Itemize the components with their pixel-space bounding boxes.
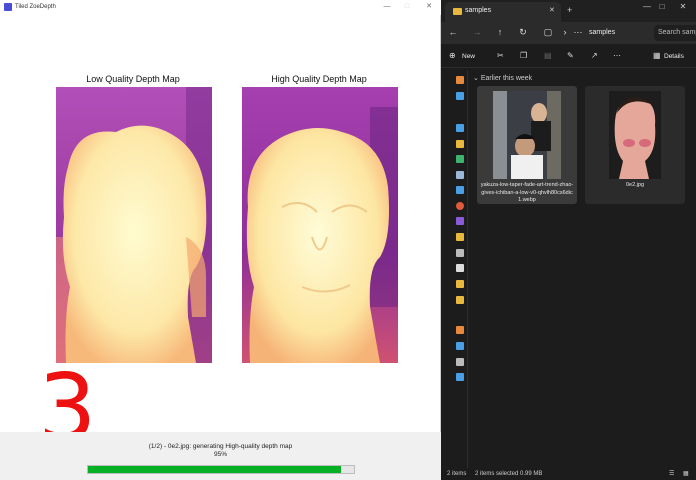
refresh-icon[interactable]: ↻	[517, 27, 529, 38]
folder-icon[interactable]	[456, 140, 464, 148]
gallery-icon[interactable]	[456, 92, 464, 100]
explorer-tabbar: samples ✕ + — □ ✕	[441, 0, 696, 22]
this-pc-icon[interactable]	[456, 342, 464, 350]
copy-icon[interactable]: ❐	[520, 51, 527, 61]
status-area: (1/2) - 0e2.jpg: generating High-quality…	[0, 432, 441, 480]
cut-icon[interactable]: ✂	[497, 51, 504, 61]
tiles-view-icon[interactable]: ▦	[683, 470, 689, 478]
app-title: Tiled ZoeDepth	[15, 4, 56, 10]
search-input[interactable]: Search samples	[654, 25, 696, 41]
details-icon[interactable]: ▦	[653, 51, 661, 61]
explorer-status-bar: 2 items 2 items selected 0.99 MB ☰ ▦	[441, 468, 696, 480]
folder-icon[interactable]	[456, 280, 464, 288]
group-header-label: Earlier this week	[480, 75, 533, 82]
file-name: yakuza-low-taper-fade-art-trend-zhao-giv…	[480, 182, 574, 203]
folder-icon[interactable]	[456, 296, 464, 304]
progress-percent: 95%	[213, 451, 227, 458]
file-explorer-window: samples ✕ + — □ ✕ ← → ↑ ↻ ▢ › ⋯ samples …	[441, 0, 696, 480]
high-quality-title: High Quality Depth Map	[271, 74, 367, 84]
new-button-label[interactable]: New	[462, 52, 475, 61]
search-placeholder: Search samples	[658, 29, 696, 36]
file-name: 0e2.jpg	[625, 182, 645, 188]
high-quality-depth-map	[242, 87, 398, 363]
chevron-right-icon: ›	[563, 27, 567, 37]
new-tab-icon[interactable]: +	[567, 5, 572, 15]
low-quality-title: Low Quality Depth Map	[86, 74, 180, 84]
maximize-icon[interactable]: □	[656, 2, 668, 12]
share-icon[interactable]: ↗	[591, 51, 598, 61]
tab-close-icon[interactable]: ✕	[549, 6, 555, 16]
close-icon[interactable]: ✕	[424, 2, 434, 12]
explorer-navbar: ← → ↑ ↻ ▢ › ⋯ samples Search samples	[441, 22, 696, 44]
file-item[interactable]: 0e2.jpg	[585, 86, 685, 204]
up-icon[interactable]: ↑	[494, 27, 506, 38]
back-icon[interactable]: ←	[447, 27, 459, 38]
selection-info: 2 items selected 0.99 MB	[475, 471, 543, 477]
network-icon[interactable]	[456, 373, 464, 381]
music-icon[interactable]	[456, 202, 464, 210]
paste-icon[interactable]: ▤	[544, 51, 552, 61]
more-locations-icon[interactable]: ⋯	[572, 27, 584, 38]
home-icon[interactable]	[456, 76, 464, 84]
documents-icon[interactable]	[456, 171, 464, 179]
drive-icon[interactable]	[456, 264, 464, 272]
item-count: 2 items	[447, 471, 467, 477]
tab-samples[interactable]: samples ✕	[445, 2, 561, 22]
file-thumbnail	[609, 91, 661, 179]
new-icon[interactable]: ⊕	[449, 51, 456, 61]
progress-bar	[87, 465, 355, 474]
details-button-label[interactable]: Details	[664, 52, 684, 61]
app-window: Tiled ZoeDepth — □ ✕ Low Quality Depth M…	[0, 0, 441, 480]
this-pc-icon: ▢	[543, 27, 553, 37]
pictures-icon[interactable]	[456, 186, 464, 194]
tab-label: samples	[465, 7, 492, 14]
forward-icon[interactable]: →	[471, 27, 483, 38]
app-titlebar: Tiled ZoeDepth — □ ✕	[0, 0, 441, 15]
progress-fill	[88, 466, 341, 473]
low-quality-depth-map	[56, 87, 212, 363]
navigation-pane	[441, 70, 468, 468]
network-folder-icon[interactable]	[456, 326, 464, 334]
folder-icon	[453, 8, 462, 15]
file-thumbnail	[493, 91, 561, 179]
minimize-icon[interactable]: —	[382, 2, 392, 12]
drive-icon[interactable]	[456, 249, 464, 257]
command-bar: ⊕ New ✂ ❐ ▤ ✎ ↗ ⋯ ▦ Details	[441, 44, 696, 68]
maximize-icon[interactable]: □	[402, 2, 412, 12]
details-view-icon[interactable]: ☰	[669, 470, 674, 478]
group-header[interactable]: ⌄ Earlier this week	[473, 74, 532, 84]
downloads-icon[interactable]	[456, 155, 464, 163]
file-item[interactable]: yakuza-low-taper-fade-art-trend-zhao-giv…	[477, 86, 577, 204]
videos-icon[interactable]	[456, 217, 464, 225]
more-options-icon[interactable]: ⋯	[613, 51, 621, 61]
app-icon	[4, 3, 12, 11]
drive-icon[interactable]	[456, 358, 464, 366]
close-icon[interactable]: ✕	[677, 2, 689, 12]
desktop-icon[interactable]	[456, 124, 464, 132]
address-label: samples	[589, 29, 616, 36]
minimize-icon[interactable]: —	[641, 2, 653, 12]
folder-icon[interactable]	[456, 233, 464, 241]
rename-icon[interactable]: ✎	[567, 51, 574, 61]
